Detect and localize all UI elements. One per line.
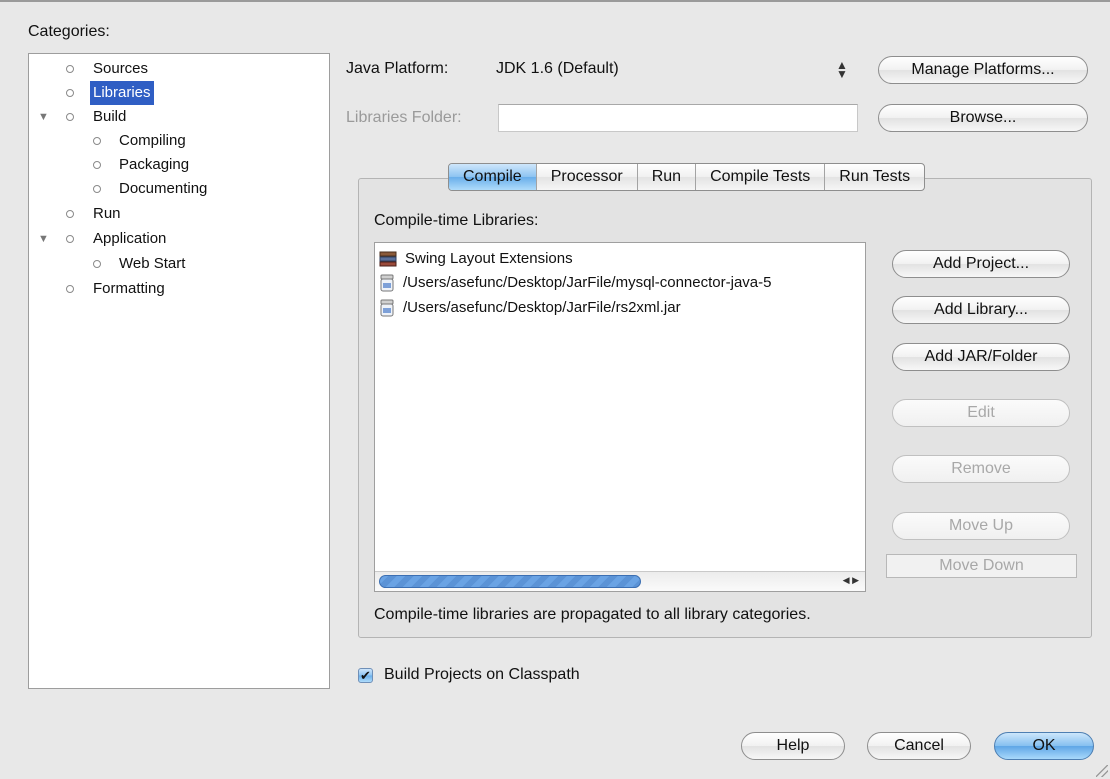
bullet-icon bbox=[66, 285, 74, 293]
categories-title: Categories: bbox=[28, 23, 110, 40]
tab-run[interactable]: Run bbox=[636, 164, 695, 190]
bullet-icon bbox=[93, 137, 101, 145]
libraries-folder-field[interactable] bbox=[498, 104, 858, 132]
tree-item-label: Sources bbox=[93, 60, 149, 77]
categories-tree[interactable]: Sources Libraries ▼ Build Compiling Pack… bbox=[28, 53, 330, 689]
edit-button[interactable]: Edit bbox=[892, 399, 1070, 427]
build-on-classpath-checkbox[interactable]: ✔ bbox=[358, 668, 373, 683]
ok-button[interactable]: OK bbox=[994, 732, 1094, 760]
compile-libraries-label: Compile-time Libraries: bbox=[374, 212, 539, 229]
remove-button[interactable]: Remove bbox=[892, 455, 1070, 483]
bullet-icon bbox=[66, 113, 74, 121]
manage-platforms-button[interactable]: Manage Platforms... bbox=[878, 56, 1088, 84]
cancel-button[interactable]: Cancel bbox=[867, 732, 971, 760]
tree-item-label: Packaging bbox=[119, 156, 190, 173]
window-top-border bbox=[0, 0, 1110, 2]
tree-item-label: Compiling bbox=[119, 132, 186, 149]
bullet-icon bbox=[93, 161, 101, 169]
list-item[interactable]: /Users/asefunc/Desktop/JarFile/rs2xml.ja… bbox=[379, 297, 681, 319]
tab-compile-tests[interactable]: Compile Tests bbox=[695, 164, 824, 190]
add-jar-folder-button[interactable]: Add JAR/Folder bbox=[892, 343, 1070, 371]
bullet-icon bbox=[66, 65, 74, 73]
tree-item-label: Build bbox=[93, 108, 127, 125]
resize-grip-icon[interactable] bbox=[1096, 765, 1108, 777]
jar-icon bbox=[380, 299, 394, 317]
tab-processor[interactable]: Processor bbox=[535, 164, 637, 190]
tree-item-label: Run bbox=[93, 205, 121, 222]
tab-run-tests[interactable]: Run Tests bbox=[824, 164, 924, 190]
tree-item-label: Formatting bbox=[93, 280, 165, 297]
move-up-button[interactable]: Move Up bbox=[892, 512, 1070, 540]
list-item-label: Swing Layout Extensions bbox=[405, 250, 573, 267]
bullet-icon bbox=[66, 210, 74, 218]
compile-libraries-hint: Compile-time libraries are propagated to… bbox=[374, 606, 811, 623]
tree-item-label: Libraries bbox=[90, 81, 154, 105]
list-item-label: /Users/asefunc/Desktop/JarFile/rs2xml.ja… bbox=[403, 299, 681, 316]
compile-libraries-list[interactable]: Swing Layout Extensions /Users/asefunc/D… bbox=[374, 242, 866, 592]
browse-button[interactable]: Browse... bbox=[878, 104, 1088, 132]
select-arrows-icon: ▲ ▼ bbox=[836, 58, 848, 81]
horizontal-scrollbar[interactable]: ◀ ▶ bbox=[375, 571, 865, 591]
move-down-button[interactable]: Move Down bbox=[886, 554, 1077, 578]
disclosure-triangle-icon[interactable]: ▼ bbox=[38, 105, 49, 129]
tab-bar: Compile Processor Run Compile Tests Run … bbox=[448, 163, 926, 191]
scroll-arrows-icon[interactable]: ◀ ▶ bbox=[843, 575, 859, 586]
libraries-folder-label: Libraries Folder: bbox=[346, 109, 462, 126]
tree-item-label: Web Start bbox=[119, 255, 186, 272]
library-icon bbox=[379, 251, 397, 267]
build-on-classpath-label[interactable]: Build Projects on Classpath bbox=[384, 666, 580, 684]
scrollbar-thumb[interactable] bbox=[379, 575, 641, 588]
add-project-button[interactable]: Add Project... bbox=[892, 250, 1070, 278]
jar-icon bbox=[380, 274, 394, 292]
bullet-icon bbox=[93, 185, 101, 193]
tree-item-label: Documenting bbox=[119, 180, 208, 197]
list-item[interactable]: Swing Layout Extensions bbox=[379, 248, 573, 270]
tab-compile[interactable]: Compile bbox=[449, 164, 536, 190]
java-platform-select[interactable]: JDK 1.6 (Default) ▲ ▼ bbox=[490, 55, 862, 85]
list-item-label: /Users/asefunc/Desktop/JarFile/mysql-con… bbox=[403, 274, 772, 291]
disclosure-triangle-icon[interactable]: ▼ bbox=[38, 227, 49, 251]
tree-item-label: Application bbox=[93, 230, 167, 247]
java-platform-value: JDK 1.6 (Default) bbox=[496, 60, 619, 77]
list-item[interactable]: /Users/asefunc/Desktop/JarFile/mysql-con… bbox=[379, 272, 771, 294]
bullet-icon bbox=[66, 89, 74, 97]
bullet-icon bbox=[93, 260, 101, 268]
bullet-icon bbox=[66, 235, 74, 243]
help-button[interactable]: Help bbox=[741, 732, 845, 760]
add-library-button[interactable]: Add Library... bbox=[892, 296, 1070, 324]
java-platform-label: Java Platform: bbox=[346, 60, 449, 77]
